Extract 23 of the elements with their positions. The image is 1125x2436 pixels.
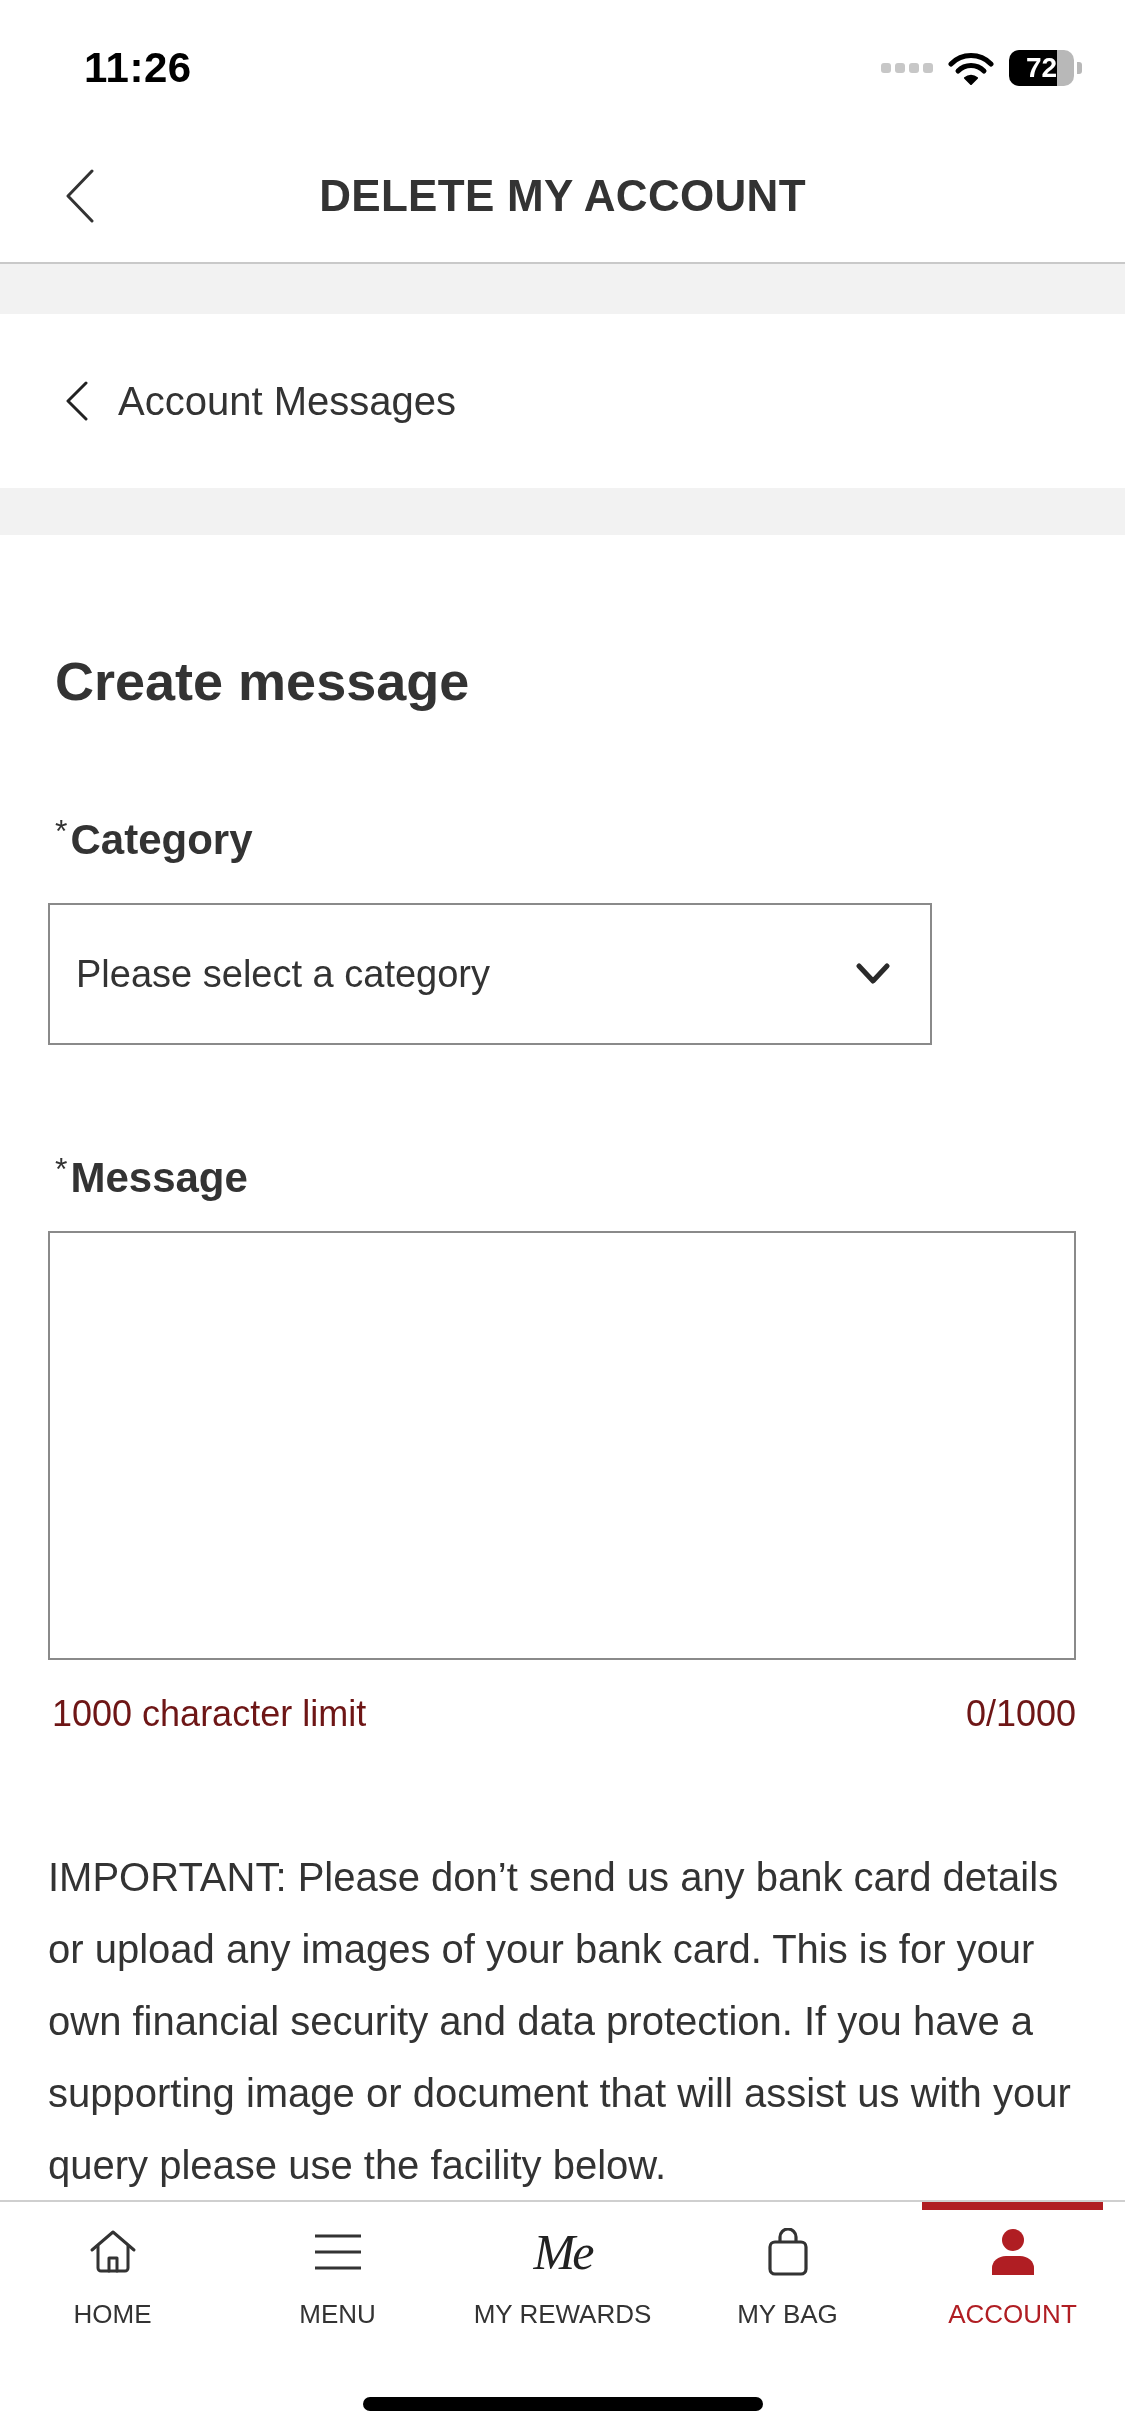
- notice-paragraph: IMPORTANT: Please don’t send us any bank card details or upload any images of your bank card. This is for your own financial security and data protection. If you have a supporting image or document that will assist us with your query please use the facility below.: [48, 1854, 1072, 2189]
- back-icon: [66, 169, 94, 223]
- signal-icon: [881, 63, 933, 73]
- nav-tab[interactable]: MENU: [247, 2202, 428, 2340]
- character-counter: 0/1000: [964, 1692, 1076, 1736]
- account-messages-link[interactable]: Account Messages: [66, 378, 456, 424]
- nav-tab[interactable]: Me MY REWARDS: [472, 2202, 653, 2340]
- nav-tab[interactable]: MY BAG: [697, 2202, 878, 2340]
- character-limit-hint: 1000 character limit: [51, 1692, 367, 1736]
- page-title: DELETE MY ACCOUNT: [319, 171, 806, 221]
- rewards-logo: Me: [533, 2228, 592, 2276]
- home-icon: [88, 2228, 137, 2276]
- category-select[interactable]: Please select a category: [48, 903, 932, 1045]
- nav-tab[interactable]: HOME: [22, 2202, 203, 2340]
- message-field[interactable]: [48, 1231, 1076, 1660]
- chevron-down-icon: [856, 963, 890, 985]
- nav-tab[interactable]: ACCOUNT: [922, 2202, 1103, 2340]
- field-label: $^{*}$Message: [55, 1152, 249, 1203]
- status-time: 11:26: [84, 44, 192, 92]
- wifi-icon: [948, 51, 994, 85]
- field-label: $^{*}$Category: [55, 814, 254, 865]
- form-title: Create message: [55, 650, 471, 713]
- back-icon: [66, 381, 88, 421]
